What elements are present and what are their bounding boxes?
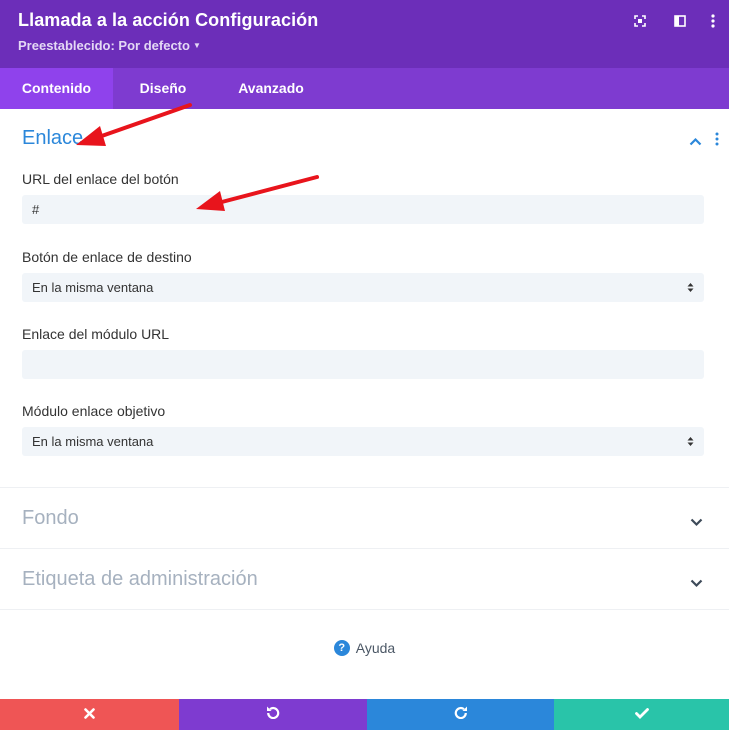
undo-button[interactable] [179,699,367,730]
tab-avanzado[interactable]: Avanzado [226,68,316,109]
target-label: Botón de enlace de destino [22,249,192,265]
module-url-label: Enlace del módulo URL [22,326,170,342]
caret-down-icon: ▼ [192,41,201,50]
section-divider [0,609,729,610]
module-target-value: En la misma ventana [32,434,154,449]
chevron-down-icon[interactable] [690,514,703,532]
preset-selector[interactable]: Preestablecido: Por defecto ▼ [18,38,201,53]
check-icon [634,706,649,724]
close-icon [84,706,95,724]
preset-label: Preestablecido: Por defecto [18,38,190,53]
section-title-fondo[interactable]: Fondo [22,507,79,530]
chevron-up-icon[interactable] [689,133,702,151]
tab-bar: Contenido Diseño Avanzado [0,68,729,109]
cancel-button[interactable] [0,699,179,730]
footer-actions [0,699,729,730]
tab-diseno[interactable]: Diseño [126,68,200,109]
section-title-admin-label[interactable]: Etiqueta de administración [22,568,258,591]
expand-icon[interactable] [631,12,649,30]
help-link[interactable]: ? Ayuda [0,640,729,656]
chevron-down-icon[interactable] [690,575,703,593]
select-arrows-icon [687,273,694,302]
module-target-select[interactable]: En la misma ventana [22,427,704,456]
module-url-input[interactable] [22,350,704,379]
section-divider [0,548,729,549]
button-target-select[interactable]: En la misma ventana [22,273,704,302]
section-divider [0,487,729,488]
url-label: URL del enlace del botón [22,171,179,187]
more-icon[interactable] [704,12,722,30]
redo-icon [454,705,468,724]
module-target-label: Módulo enlace objetivo [22,403,166,419]
sidebar-icon[interactable] [671,12,689,30]
settings-header: Llamada a la acción Configuración Preest… [0,0,729,68]
section-title-enlace[interactable]: Enlace [22,127,83,150]
question-icon: ? [333,640,350,656]
button-url-input[interactable]: # [22,195,704,224]
modal-title: Llamada a la acción Configuración [18,10,319,30]
select-arrows-icon [687,427,694,456]
button-target-value: En la misma ventana [32,280,154,295]
annotation-arrow [76,103,192,146]
undo-icon [266,705,280,724]
tab-contenido[interactable]: Contenido [0,68,113,109]
save-button[interactable] [554,699,729,730]
redo-button[interactable] [367,699,554,730]
help-label: Ayuda [355,640,396,656]
section-options-icon[interactable] [715,132,719,151]
